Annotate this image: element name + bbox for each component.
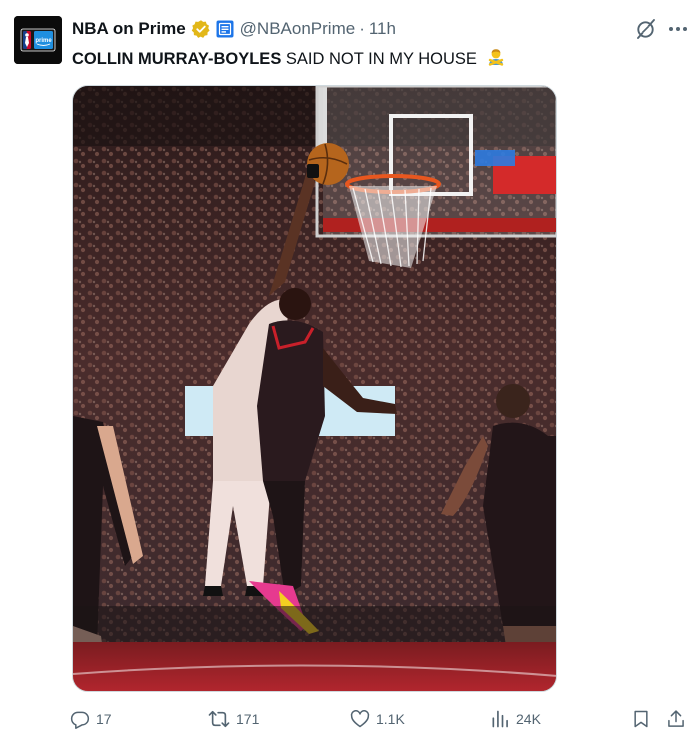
like-icon <box>350 710 370 728</box>
reply-count: 17 <box>96 711 112 727</box>
separator-dot: · <box>359 19 365 38</box>
share-icon <box>668 710 684 727</box>
repost-icon <box>208 710 230 728</box>
basketball-block-image <box>73 86 556 691</box>
nba-prime-logo: prime <box>14 16 62 64</box>
reply-button[interactable]: 17 <box>70 706 112 732</box>
reply-icon <box>70 711 90 729</box>
repost-button[interactable]: 171 <box>208 706 259 732</box>
views-count: 24K <box>516 711 541 727</box>
person-gesturing-no-emoji <box>486 47 506 73</box>
bookmark-icon <box>634 710 648 728</box>
tweet-text: COLLIN MURRAY-BOYLES SAID NOT IN MY HOUS… <box>72 47 506 73</box>
views-icon <box>492 710 508 728</box>
tweet-media-video[interactable] <box>72 85 557 692</box>
action-bar: 17 171 1.1K 24K <box>66 706 696 732</box>
timestamp[interactable]: 11h <box>369 19 396 39</box>
share-button[interactable] <box>666 706 686 732</box>
grok-icon[interactable] <box>634 17 658 41</box>
like-count: 1.1K <box>376 711 405 727</box>
tweet-text-rest: SAID NOT IN MY HOUSE <box>281 50 477 68</box>
author-handle[interactable]: @NBAonPrime <box>240 19 356 39</box>
like-button[interactable]: 1.1K <box>350 706 405 732</box>
verified-badge-icon[interactable] <box>191 19 211 39</box>
avatar[interactable]: prime <box>14 16 62 64</box>
tweet-text-bold[interactable]: COLLIN MURRAY-BOYLES <box>72 50 281 68</box>
views-button[interactable]: 24K <box>490 706 541 732</box>
affiliate-badge-icon[interactable] <box>216 20 234 38</box>
author-name[interactable]: NBA on Prime <box>72 19 186 39</box>
tweet-header: NBA on Prime @NBAonPrime · 11h <box>72 18 396 40</box>
repost-count: 171 <box>236 711 260 727</box>
bookmark-button[interactable] <box>631 706 651 732</box>
more-icon[interactable] <box>666 17 690 41</box>
avatar-logo-text: prime <box>35 38 52 44</box>
